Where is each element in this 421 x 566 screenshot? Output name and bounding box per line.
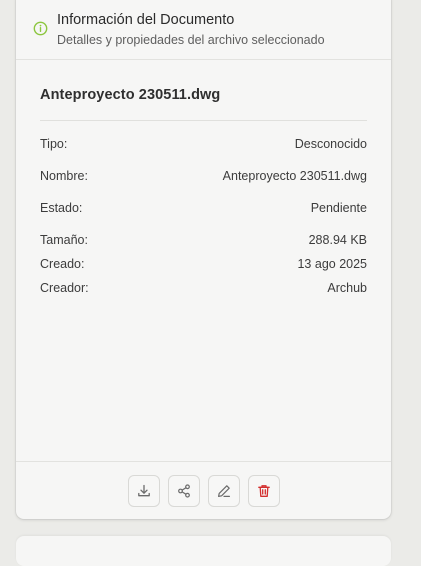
property-row-tamano: Tamaño: 288.94 KB xyxy=(40,233,367,249)
next-panel xyxy=(16,536,391,566)
property-value: Archub xyxy=(327,281,367,295)
divider xyxy=(40,120,367,121)
document-info-panel: Información del Documento Detalles y pro… xyxy=(16,0,391,519)
property-label: Creador: xyxy=(40,281,89,295)
property-row-creador: Creador: Archub xyxy=(40,281,367,297)
edit-button[interactable] xyxy=(208,475,240,507)
property-row-tipo: Tipo: Desconocido xyxy=(40,137,367,153)
property-value: Desconocido xyxy=(294,137,367,151)
download-icon xyxy=(138,484,150,497)
property-value: Anteproyecto 230511.dwg xyxy=(222,169,367,183)
property-label: Tipo: xyxy=(40,137,68,151)
property-row-creado: Creado: 13 ago 2025 xyxy=(40,257,367,273)
trash-icon xyxy=(258,485,270,497)
property-row-estado: Estado: Pendiente xyxy=(40,201,367,217)
action-bar xyxy=(16,461,391,519)
info-icon xyxy=(33,21,48,36)
document-name: Anteproyecto 230511.dwg xyxy=(40,87,221,103)
property-row-nombre: Nombre: Anteproyecto 230511.dwg xyxy=(40,169,367,185)
property-label: Nombre: xyxy=(40,169,88,183)
edit-icon xyxy=(218,485,230,497)
delete-button[interactable] xyxy=(248,475,280,507)
share-icon xyxy=(178,484,190,498)
property-value: Pendiente xyxy=(310,201,367,215)
property-label: Tamaño: xyxy=(40,233,88,247)
panel-subtitle: Detalles y propiedades del archivo selec… xyxy=(57,33,325,47)
panel-title: Información del Documento xyxy=(57,12,235,28)
property-label: Estado: xyxy=(40,201,83,215)
share-button[interactable] xyxy=(168,475,200,507)
property-label: Creado: xyxy=(40,257,85,271)
property-value: 13 ago 2025 xyxy=(297,257,367,271)
property-value: 288.94 KB xyxy=(308,233,367,247)
download-button[interactable] xyxy=(128,475,160,507)
panel-header: Información del Documento Detalles y pro… xyxy=(16,0,391,60)
